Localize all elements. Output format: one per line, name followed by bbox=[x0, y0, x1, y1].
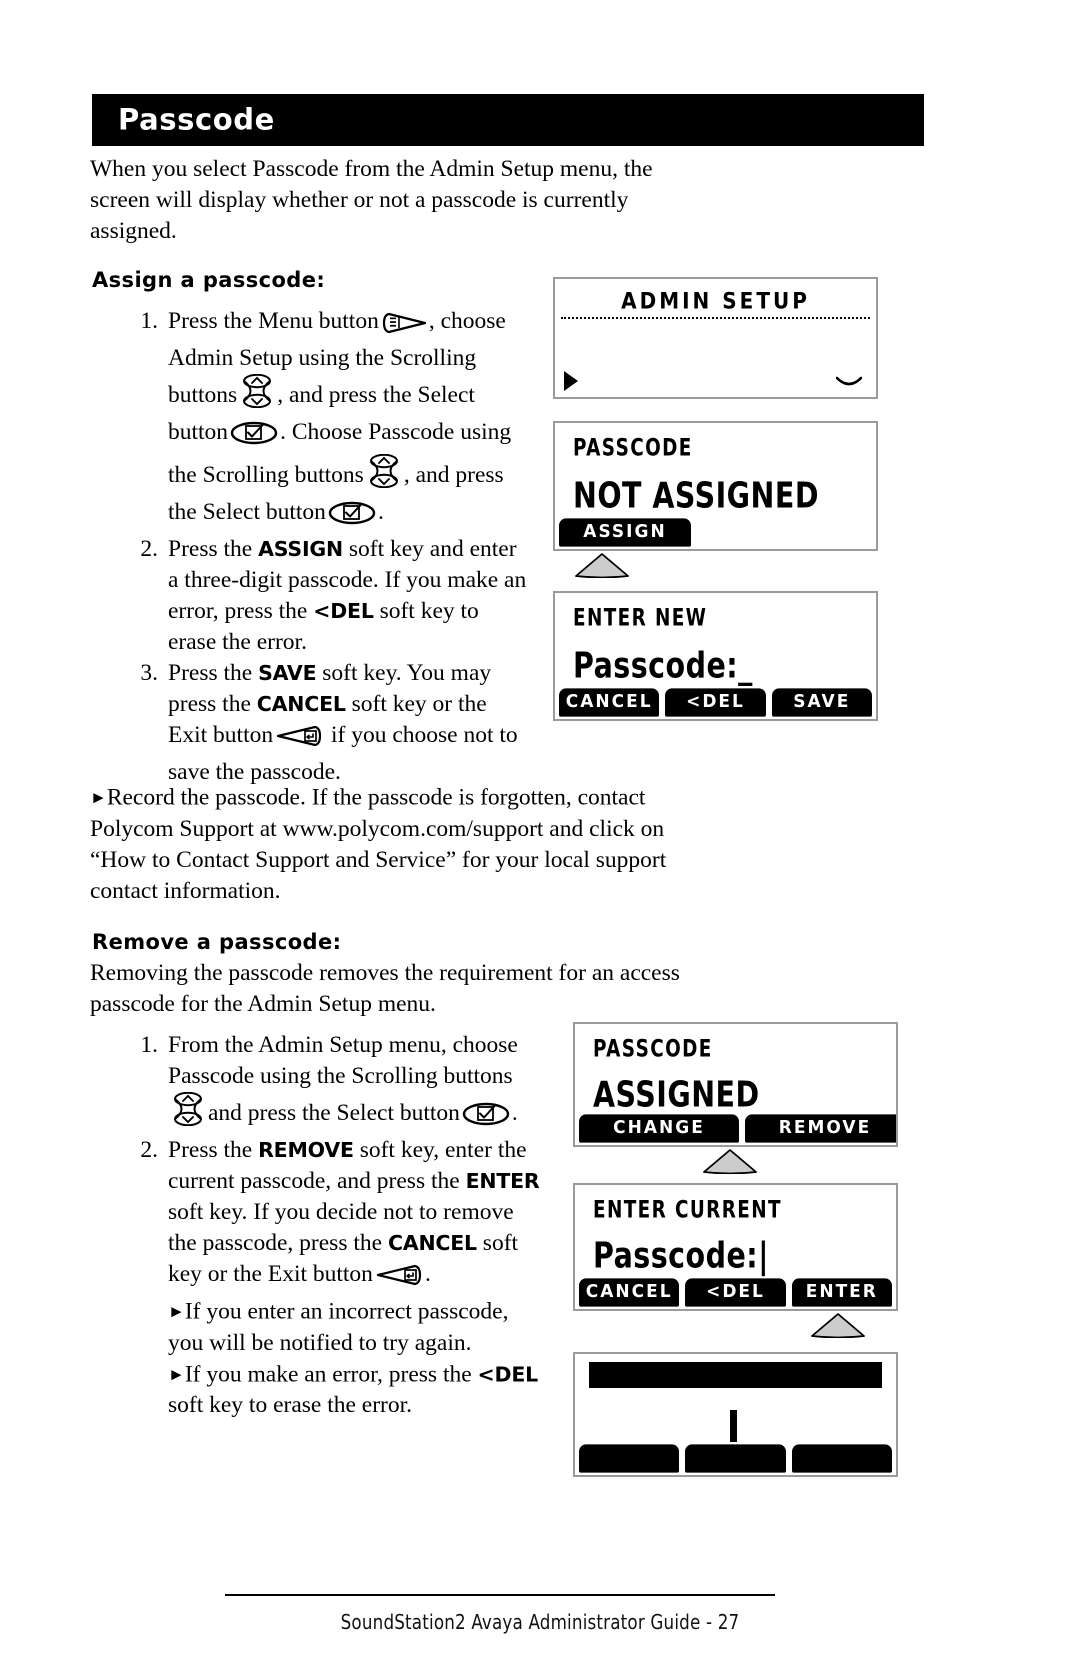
triangle-bullet-icon: ► bbox=[90, 788, 107, 807]
record-passcode-note: ►Record the passcode. If the passcode is… bbox=[90, 782, 690, 907]
step-number: 3. bbox=[140, 660, 158, 686]
step-text: Press the Menu button bbox=[168, 308, 379, 334]
softkey-assign[interactable]: ASSIGN bbox=[559, 518, 691, 547]
triangle-bullet-icon: ► bbox=[168, 1364, 185, 1384]
lcd-value-passcode-entry: Passcode:| bbox=[593, 1235, 770, 1277]
list-item: 3. Press the SAVE soft key. You may press… bbox=[130, 658, 528, 788]
softkey-name-assign: ASSIGN bbox=[258, 537, 343, 561]
step-text: . bbox=[511, 1100, 518, 1126]
lcd-softkey-row: CANCEL <DEL SAVE bbox=[559, 688, 872, 717]
remove-intro-paragraph: Removing the passcode removes the requir… bbox=[90, 960, 680, 1017]
softkey-enter[interactable]: ENTER bbox=[791, 1278, 892, 1307]
softkey-del[interactable]: <DEL bbox=[665, 688, 766, 717]
list-item: 2. Press the REMOVE soft key, enter the c… bbox=[130, 1135, 542, 1421]
step-number: 1. bbox=[140, 1032, 158, 1058]
remove-passcode-heading: Remove a passcode: bbox=[92, 930, 342, 954]
connector-arrow-up-icon bbox=[702, 1148, 758, 1175]
softkey-name-del: <DEL bbox=[477, 1362, 539, 1386]
step-number: 2. bbox=[140, 1137, 158, 1163]
connector-arrow-up-icon bbox=[574, 552, 630, 579]
lcd-screen-enter-new: ENTER NEW Passcode:_ CANCEL <DEL SAVE bbox=[553, 591, 878, 721]
step-text: From the Admin Setup menu, choose Passco… bbox=[168, 1032, 518, 1089]
exit-button-icon bbox=[375, 1263, 423, 1296]
note-erase-error: ►If you make an error, press the <DEL so… bbox=[168, 1359, 542, 1422]
lcd-screen-blank bbox=[573, 1352, 898, 1477]
softkey-cancel[interactable]: CANCEL bbox=[559, 688, 660, 717]
text-cursor-icon bbox=[730, 1410, 737, 1442]
softkey-name-cancel: CANCEL bbox=[387, 1231, 477, 1255]
softkey-change[interactable]: CHANGE bbox=[579, 1114, 739, 1143]
softkey-remove[interactable]: REMOVE bbox=[745, 1114, 896, 1143]
lcd-softkey-row: CHANGE REMOVE bbox=[579, 1114, 896, 1143]
step-text: Press the bbox=[168, 536, 253, 562]
softkey-name-enter: ENTER bbox=[465, 1169, 540, 1193]
right-caret-icon bbox=[564, 371, 578, 391]
lcd-title-bar-blank bbox=[589, 1362, 882, 1388]
softkey-blank-3[interactable] bbox=[791, 1444, 892, 1473]
list-item: 1. From the Admin Setup menu, choose Pass… bbox=[130, 1030, 542, 1135]
select-button-icon bbox=[462, 1102, 510, 1135]
menu-button-icon bbox=[381, 312, 427, 343]
footer-divider bbox=[225, 1594, 775, 1596]
lcd-title-passcode: PASSCODE bbox=[593, 1034, 713, 1063]
assign-steps-list: 1. Press the Menu button, choose Admin Se… bbox=[130, 306, 528, 788]
select-button-icon bbox=[328, 501, 376, 534]
softkey-name-save: SAVE bbox=[258, 661, 317, 685]
connector-arrow-up-icon bbox=[810, 1312, 866, 1339]
lcd-value-assigned: ASSIGNED bbox=[593, 1074, 760, 1116]
note-text: If you make an error, press the bbox=[184, 1361, 472, 1387]
scrolling-buttons-icon bbox=[239, 373, 275, 417]
document-page: Passcode When you select Passcode from t… bbox=[0, 0, 1080, 1669]
list-item: 1. Press the Menu button, choose Admin Se… bbox=[130, 306, 528, 534]
softkey-name-remove: REMOVE bbox=[258, 1138, 354, 1162]
softkey-cancel[interactable]: CANCEL bbox=[579, 1278, 680, 1307]
lcd-title-enter-current: ENTER CURRENT bbox=[593, 1195, 782, 1224]
lcd-divider bbox=[561, 317, 870, 319]
step-text: Press the bbox=[168, 660, 253, 686]
softkey-save[interactable]: SAVE bbox=[771, 688, 872, 717]
lcd-title-enter-new: ENTER NEW bbox=[573, 603, 708, 632]
chevron-down-icon bbox=[835, 375, 863, 389]
lcd-softkey-row bbox=[579, 1444, 892, 1473]
note-text: soft key to erase the error. bbox=[168, 1392, 413, 1418]
lcd-value-not-assigned: NOT ASSIGNED bbox=[573, 475, 819, 517]
step-number: 2. bbox=[140, 536, 158, 562]
exit-button-icon bbox=[275, 724, 323, 757]
softkey-blank-1[interactable] bbox=[579, 1444, 680, 1473]
step-text: . bbox=[424, 1261, 431, 1287]
triangle-bullet-icon: ► bbox=[168, 1302, 185, 1321]
softkey-blank-2[interactable] bbox=[685, 1444, 786, 1473]
step-text: . bbox=[377, 499, 384, 525]
scrolling-buttons-icon bbox=[366, 453, 402, 497]
select-button-icon bbox=[230, 421, 278, 454]
page-title-banner: Passcode bbox=[92, 94, 924, 146]
step-number: 1. bbox=[140, 308, 158, 334]
note-text: If you enter an incorrect passcode, you … bbox=[168, 1298, 509, 1356]
lcd-softkey-row: ASSIGN bbox=[559, 518, 872, 547]
lcd-softkey-row: CANCEL <DEL ENTER bbox=[579, 1278, 892, 1307]
lcd-title-admin-setup: ADMIN SETUP bbox=[621, 287, 810, 314]
lcd-screen-enter-current: ENTER CURRENT Passcode:| CANCEL <DEL ENT… bbox=[573, 1183, 898, 1311]
list-item: 2. Press the ASSIGN soft key and enter a … bbox=[130, 534, 528, 658]
lcd-value-passcode-entry: Passcode:_ bbox=[573, 645, 753, 687]
softkey-del[interactable]: <DEL bbox=[685, 1278, 786, 1307]
softkey-name-del: <DEL bbox=[313, 599, 374, 623]
scrolling-buttons-icon bbox=[170, 1091, 206, 1135]
softkey-name-cancel: CANCEL bbox=[256, 692, 346, 716]
lcd-screen-passcode-not-assigned: PASSCODE NOT ASSIGNED ASSIGN bbox=[553, 421, 878, 551]
intro-paragraph: When you select Passcode from the Admin … bbox=[90, 156, 653, 244]
note-incorrect-passcode: ►If you enter an incorrect passcode, you… bbox=[168, 1296, 542, 1359]
lcd-screen-passcode-assigned: PASSCODE ASSIGNED CHANGE REMOVE bbox=[573, 1022, 898, 1147]
page-title: Passcode bbox=[118, 102, 275, 137]
step-text: Press the bbox=[168, 1137, 253, 1163]
footer-text: SoundStation2 Avaya Administrator Guide … bbox=[340, 1610, 740, 1634]
lcd-screen-admin-setup: ADMIN SETUP bbox=[553, 277, 878, 399]
remove-steps-list: 1. From the Admin Setup menu, choose Pass… bbox=[130, 1030, 542, 1421]
assign-passcode-heading: Assign a passcode: bbox=[92, 268, 326, 292]
step-text: and press the Select button bbox=[208, 1100, 460, 1126]
lcd-title-passcode: PASSCODE bbox=[573, 433, 693, 462]
record-note-text: Record the passcode. If the passcode is … bbox=[90, 784, 667, 904]
